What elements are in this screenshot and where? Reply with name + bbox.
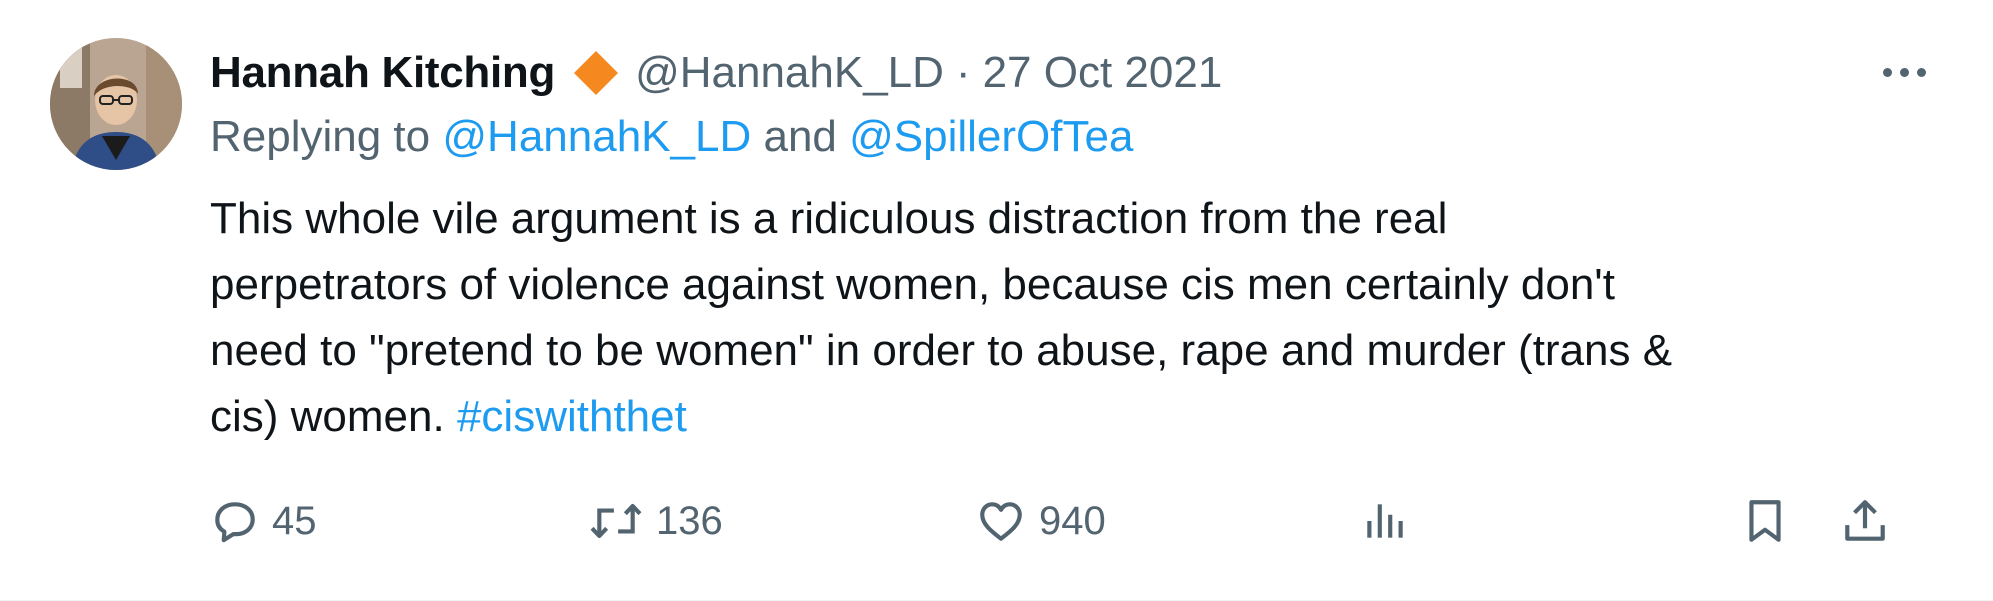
- retweet-icon: [590, 503, 642, 539]
- bookmark-button[interactable]: [1740, 486, 1790, 556]
- reply-and: and: [763, 112, 837, 161]
- more-options-icon[interactable]: [1872, 52, 1936, 92]
- like-button[interactable]: 940: [975, 486, 1106, 556]
- bookmark-icon: [1749, 500, 1781, 542]
- views-icon: [1367, 504, 1403, 538]
- action-bar: 45 136 940: [0, 486, 1993, 556]
- author-name[interactable]: Hannah Kitching: [210, 48, 555, 98]
- replying-to: Replying to @HannahK_LD and @SpillerOfTe…: [210, 112, 1133, 162]
- diamond-badge-icon: [571, 48, 621, 98]
- like-count: 940: [1039, 498, 1106, 543]
- reply-button[interactable]: 45: [210, 486, 317, 556]
- share-button[interactable]: [1840, 486, 1890, 556]
- retweet-button[interactable]: 136: [588, 486, 723, 556]
- views-button[interactable]: [1360, 486, 1410, 556]
- tweet-header: Hannah Kitching @HannahK_LD · 27 Oct 202…: [210, 42, 1222, 104]
- separator-dot: ·: [955, 48, 971, 97]
- heart-icon: [980, 502, 1022, 541]
- share-icon: [1845, 500, 1885, 541]
- reply-mention-hannahk[interactable]: @HannahK_LD: [442, 112, 751, 161]
- author-handle[interactable]: @HannahK_LD: [635, 48, 944, 98]
- tweet-text-line: This whole vile argument is a ridiculous…: [210, 194, 1448, 243]
- tweet-card[interactable]: Hannah Kitching @HannahK_LD · 27 Oct 202…: [0, 0, 1993, 601]
- tweet-date[interactable]: 27 Oct 2021: [983, 48, 1223, 98]
- tweet-text-line: perpetrators of violence against women, …: [210, 260, 1615, 309]
- avatar-photo-icon: [50, 38, 182, 170]
- reply-count: 45: [272, 498, 317, 543]
- hashtag-link[interactable]: #ciswiththet: [457, 392, 687, 441]
- reply-prefix: Replying to: [210, 112, 431, 161]
- tweet-text-line: need to "pretend to be women" in order t…: [210, 326, 1673, 375]
- tweet-text: This whole vile argument is a ridiculous…: [210, 186, 1930, 450]
- retweet-count: 136: [656, 498, 723, 543]
- tweet-text-end: cis) women.: [210, 392, 445, 441]
- reply-mention-spilleroftea[interactable]: @SpillerOfTea: [849, 112, 1133, 161]
- reply-icon: [215, 502, 255, 543]
- avatar[interactable]: [50, 38, 182, 170]
- tweet-text-line-last: cis) women. #ciswiththet: [210, 384, 1930, 450]
